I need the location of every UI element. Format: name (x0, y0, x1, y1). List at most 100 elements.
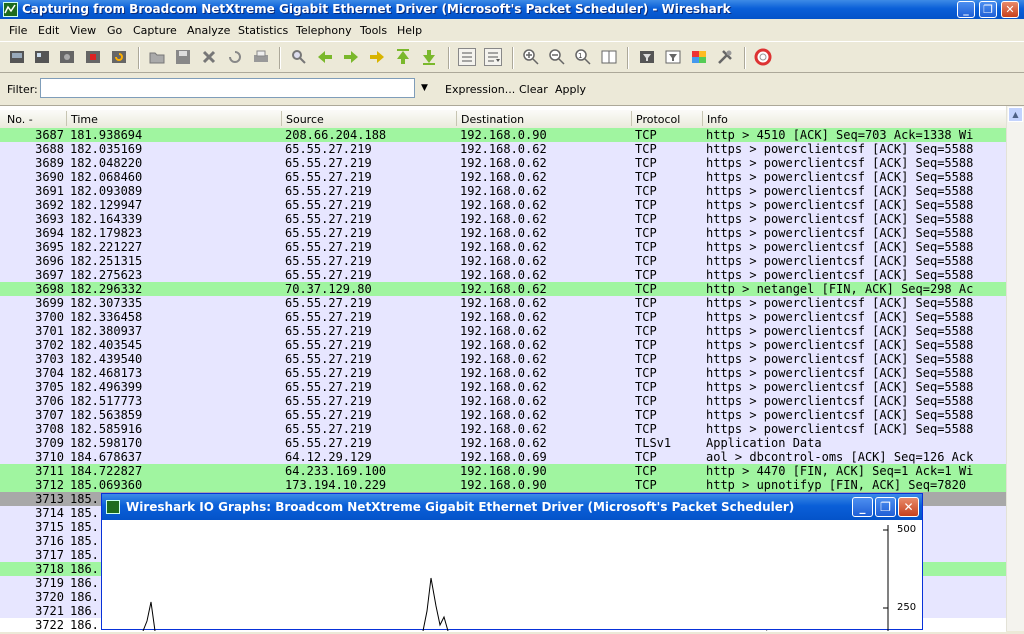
stop-capture-icon[interactable] (84, 48, 102, 66)
cell-source: 65.55.27.219 (285, 408, 372, 422)
table-row[interactable]: 3708 182.585916 65.55.27.219 192.168.0.62 TC… (0, 422, 1006, 436)
table-row[interactable]: 3690 182.068460 65.55.27.219 192.168.0.62 TC… (0, 170, 1006, 184)
io-graph-close-button[interactable]: ✕ (898, 497, 919, 517)
table-row[interactable]: 3698 182.296332 70.37.129.80 192.168.0.62 TC… (0, 282, 1006, 296)
table-row[interactable]: 3710 184.678637 64.12.29.129 192.168.0.69 TC… (0, 450, 1006, 464)
table-row[interactable]: 3688 182.035169 65.55.27.219 192.168.0.62 TC… (0, 142, 1006, 156)
zoom-out-icon[interactable] (548, 48, 566, 66)
table-row[interactable]: 3697 182.275623 65.55.27.219 192.168.0.62 TC… (0, 268, 1006, 282)
maximize-button[interactable]: ❐ (979, 1, 997, 18)
go-forward-icon[interactable] (342, 48, 360, 66)
go-back-icon[interactable] (316, 48, 334, 66)
table-row[interactable]: 3709 182.598170 65.55.27.219 192.168.0.62 TL… (0, 436, 1006, 450)
expression-button[interactable]: Expression... (445, 83, 515, 96)
menu-capture[interactable]: Capture (133, 24, 177, 37)
open-file-icon[interactable] (148, 48, 166, 66)
column-time[interactable]: Time (71, 113, 98, 126)
table-row[interactable]: 3694 182.179823 65.55.27.219 192.168.0.62 TC… (0, 226, 1006, 240)
cell-protocol: TCP (635, 478, 657, 492)
table-row[interactable]: 3689 182.048220 65.55.27.219 192.168.0.62 TC… (0, 156, 1006, 170)
auto-scroll-icon[interactable] (484, 48, 502, 66)
table-row[interactable]: 3700 182.336458 65.55.27.219 192.168.0.62 TC… (0, 310, 1006, 324)
filter-input[interactable] (40, 78, 415, 98)
table-row[interactable]: 3687 181.938694 208.66.204.188 192.168.0.90… (0, 128, 1006, 142)
go-to-packet-icon[interactable] (368, 48, 386, 66)
table-row[interactable]: 3706 182.517773 65.55.27.219 192.168.0.62 TC… (0, 394, 1006, 408)
table-row[interactable]: 3701 182.380937 65.55.27.219 192.168.0.62 TC… (0, 324, 1006, 338)
cell-time: 182.468173 (70, 366, 143, 380)
last-packet-icon[interactable] (420, 48, 438, 66)
menu-edit[interactable]: Edit (38, 24, 59, 37)
coloring-rules-icon[interactable] (690, 48, 708, 66)
colorize-icon[interactable] (458, 48, 476, 66)
cell-time: 185. (70, 534, 99, 548)
preferences-icon[interactable] (716, 48, 734, 66)
filter-dropdown-icon[interactable]: ▼ (421, 83, 428, 93)
table-row[interactable]: 3696 182.251315 65.55.27.219 192.168.0.62 TC… (0, 254, 1006, 268)
column-source[interactable]: Source (286, 113, 324, 126)
table-row[interactable]: 3704 182.468173 65.55.27.219 192.168.0.62 TC… (0, 366, 1006, 380)
table-row[interactable]: 3712 185.069360 173.194.10.229 192.168.0.90… (0, 478, 1006, 492)
cell-no: 3708 (35, 422, 64, 436)
save-file-icon[interactable] (174, 48, 192, 66)
column-destination[interactable]: Destination (461, 113, 524, 126)
column-no[interactable]: No. - (7, 113, 33, 126)
io-graph-minimize-button[interactable]: _ (852, 497, 873, 517)
cell-time: 182.068460 (70, 170, 143, 184)
reload-icon[interactable] (226, 48, 244, 66)
start-capture-icon[interactable] (58, 48, 76, 66)
menu-file[interactable]: File (9, 24, 27, 37)
cell-protocol: TLSv1 (635, 436, 672, 450)
interfaces-icon[interactable] (8, 48, 26, 66)
table-row[interactable]: 3711 184.722827 64.233.169.100 192.168.0.90… (0, 464, 1006, 478)
menu-analyze[interactable]: Analyze (187, 24, 230, 37)
restart-capture-icon[interactable] (110, 48, 128, 66)
cell-destination: 192.168.0.62 (460, 254, 547, 268)
packet-list-header: No. - Time Source Destination Protocol I… (0, 110, 1006, 129)
io-graph-canvas[interactable]: 500 250 (103, 521, 921, 632)
capture-options-icon[interactable] (33, 48, 51, 66)
first-packet-icon[interactable] (394, 48, 412, 66)
cell-time: 182.275623 (70, 268, 143, 282)
table-row[interactable]: 3702 182.403545 65.55.27.219 192.168.0.62 TC… (0, 338, 1006, 352)
print-icon[interactable] (252, 48, 270, 66)
menu-statistics[interactable]: Statistics (238, 24, 288, 37)
cell-protocol: TCP (635, 212, 657, 226)
close-file-icon[interactable] (200, 48, 218, 66)
menu-go[interactable]: Go (107, 24, 122, 37)
table-row[interactable]: 3703 182.439540 65.55.27.219 192.168.0.62 TC… (0, 352, 1006, 366)
cell-info: https > powerclientcsf [ACK] Seq=5588 (706, 142, 974, 156)
cell-source: 65.55.27.219 (285, 366, 372, 380)
resize-columns-icon[interactable] (600, 48, 618, 66)
menu-help[interactable]: Help (397, 24, 422, 37)
table-row[interactable]: 3699 182.307335 65.55.27.219 192.168.0.62 TC… (0, 296, 1006, 310)
menu-telephony[interactable]: Telephony (296, 24, 352, 37)
cell-destination: 192.168.0.62 (460, 324, 547, 338)
table-row[interactable]: 3692 182.129947 65.55.27.219 192.168.0.62 TC… (0, 198, 1006, 212)
zoom-in-icon[interactable] (522, 48, 540, 66)
menu-tools[interactable]: Tools (360, 24, 387, 37)
io-graph-maximize-button[interactable]: ❐ (875, 497, 896, 517)
menu-view[interactable]: View (70, 24, 96, 37)
column-info[interactable]: Info (707, 113, 728, 126)
capture-filters-icon[interactable] (638, 48, 656, 66)
table-row[interactable]: 3691 182.093089 65.55.27.219 192.168.0.62 TC… (0, 184, 1006, 198)
cell-destination: 192.168.0.62 (460, 156, 547, 170)
table-row[interactable]: 3695 182.221227 65.55.27.219 192.168.0.62 TC… (0, 240, 1006, 254)
cell-info: Application Data (706, 436, 822, 450)
help-icon[interactable] (754, 48, 772, 66)
scroll-up-icon[interactable]: ▲ (1008, 107, 1023, 122)
vertical-scrollbar[interactable]: ▲ (1006, 106, 1024, 631)
close-button[interactable]: ✕ (1001, 1, 1019, 18)
normal-size-icon[interactable]: 1 (574, 48, 592, 66)
find-packet-icon[interactable] (290, 48, 308, 66)
cell-no: 3689 (35, 156, 64, 170)
display-filters-icon[interactable] (664, 48, 682, 66)
table-row[interactable]: 3693 182.164339 65.55.27.219 192.168.0.62 TC… (0, 212, 1006, 226)
apply-button[interactable]: Apply (555, 83, 586, 96)
minimize-button[interactable]: _ (957, 1, 975, 18)
column-protocol[interactable]: Protocol (636, 113, 680, 126)
clear-button[interactable]: Clear (519, 83, 548, 96)
table-row[interactable]: 3705 182.496399 65.55.27.219 192.168.0.62 TC… (0, 380, 1006, 394)
table-row[interactable]: 3707 182.563859 65.55.27.219 192.168.0.62 TC… (0, 408, 1006, 422)
